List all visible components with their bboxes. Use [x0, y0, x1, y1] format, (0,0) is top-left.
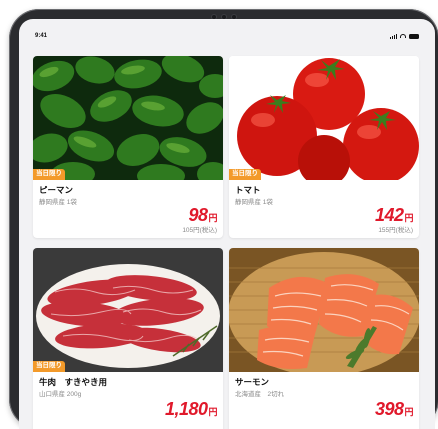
product-price: 1,180円 [164, 399, 218, 419]
same-day-badge: 当日限り [33, 169, 65, 180]
tomatoes-photo [229, 56, 419, 180]
product-name: ピーマン [39, 185, 74, 195]
product-image-peppers [33, 56, 223, 180]
product-image-salmon [229, 248, 419, 372]
product-origin: 静岡県産 1袋 [39, 199, 77, 206]
price-value: 98 [188, 205, 208, 225]
product-card-beef[interactable]: 当日限り 牛肉 すきやき用 山口県産 200g 1,180円 [33, 248, 223, 429]
price-value: 142 [374, 205, 404, 225]
same-day-badge: 当日限り [33, 361, 65, 372]
product-name: サーモン [235, 377, 270, 387]
wifi-icon [400, 34, 406, 38]
price-currency: 円 [208, 407, 217, 417]
product-image-beef [33, 248, 223, 372]
same-day-badge: 当日限り [229, 169, 261, 180]
price-currency: 円 [404, 213, 413, 223]
status-time: 9:41 [35, 33, 48, 39]
app-screen: 9:41 当日限り ピーマン 静岡県産 1袋 98円 105円(税込) 当日限り… [19, 19, 435, 429]
product-price: 98円 [188, 206, 217, 224]
product-price: 142円 [374, 205, 414, 225]
price-currency: 円 [208, 213, 217, 223]
sliced-beef-photo [33, 248, 223, 372]
price-value: 398 [374, 399, 404, 419]
product-card-tomatoes[interactable]: 当日限り トマト 静岡県産 1袋 142円 155円(税込) [229, 56, 419, 238]
product-image-tomatoes [229, 56, 419, 180]
green-peppers-photo [33, 56, 223, 180]
signal-icon [390, 33, 397, 39]
price-currency: 円 [404, 407, 413, 417]
salmon-fillets-photo [229, 248, 419, 372]
product-origin: 北海道産 2切れ [235, 391, 285, 398]
system-icons [390, 33, 419, 39]
tax-included-price: 105円(税込) [182, 227, 217, 234]
battery-icon [409, 33, 419, 39]
product-card-peppers[interactable]: 当日限り ピーマン 静岡県産 1袋 98円 105円(税込) [33, 56, 223, 238]
status-bar: 9:41 [19, 19, 435, 53]
product-origin: 静岡県産 1袋 [235, 199, 273, 206]
product-card-salmon[interactable]: サーモン 北海道産 2切れ 398円 [229, 248, 419, 429]
product-origin: 山口県産 200g [39, 391, 82, 398]
tax-included-price: 155円(税込) [378, 227, 413, 234]
product-name: トマト [235, 185, 261, 195]
price-value: 1,180 [164, 399, 208, 419]
product-name: 牛肉 すきやき用 [39, 377, 108, 387]
product-price: 398円 [374, 399, 414, 419]
